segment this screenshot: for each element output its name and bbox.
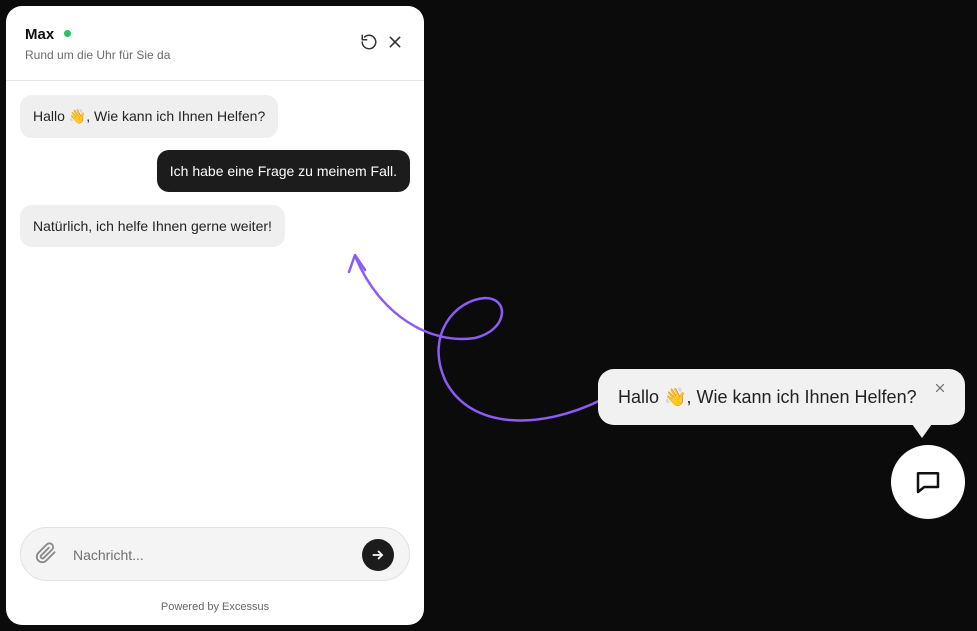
powered-by-label: Powered by Excessus [160,601,270,613]
preview-close-button[interactable] [934,381,948,395]
preview-text: Hallo 👋, Wie kann ich Ihnen Helfen? [618,387,917,408]
attach-button[interactable] [35,542,59,566]
waving-hand-emoji: 👋 [664,387,687,408]
agent-name: Max [25,26,55,43]
user-message: Ich habe eine Frage zu meinem Fall. [156,150,410,192]
paperclip-icon [35,542,56,564]
preview-text-end: , Wie kann ich Ihnen Helfen? [686,387,917,407]
close-chat-button[interactable] [385,32,405,52]
message-text: , Wie kann ich Ihnen Helfen? [86,108,266,124]
online-status-dot [64,30,71,37]
bot-message: Natürlich, ich helfe Ihnen gerne weiter! [20,205,285,247]
chat-header: Max Rund um die Uhr für Sie da [6,6,424,81]
chat-bubble-icon [916,472,940,494]
close-icon [935,383,945,393]
chat-window: Max Rund um die Uhr für Sie da Hallo 👋, … [6,6,424,625]
preview-text-start: Hallo [618,387,665,407]
preview-message-popup[interactable]: Hallo 👋, Wie kann ich Ihnen Helfen? [598,369,965,425]
message-text: Hallo [33,108,69,124]
chat-launcher-button[interactable] [891,445,965,519]
arrow-right-icon [372,550,383,560]
stage: Max Rund um die Uhr für Sie da Hallo 👋, … [0,0,977,631]
refresh-icon [361,34,377,50]
close-icon [389,36,401,48]
message-composer [20,527,410,581]
send-button[interactable] [362,539,394,571]
refresh-button[interactable] [359,32,379,52]
message-input[interactable] [71,538,355,572]
waving-hand-emoji: 👋 [68,109,87,125]
message-list: Hallo 👋, Wie kann ich Ihnen Helfen? Ich … [6,81,424,525]
agent-subtitle: Rund um die Uhr für Sie da [25,48,171,62]
bot-message: Hallo 👋, Wie kann ich Ihnen Helfen? [20,95,279,138]
preview-tail [912,424,932,438]
